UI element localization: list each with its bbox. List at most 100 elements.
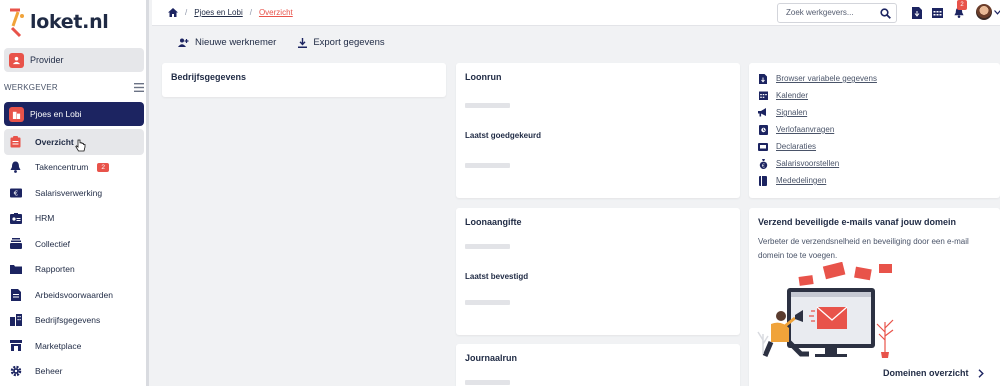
quicklink-signalen[interactable]: Signalen bbox=[758, 104, 877, 121]
card-subtitle: Laatst bevestigd bbox=[465, 272, 529, 281]
sidebar-item-label: Marketplace bbox=[35, 340, 82, 351]
sidebar-item-overzicht[interactable]: Overzicht bbox=[4, 129, 144, 155]
envelope-shape bbox=[798, 275, 814, 286]
leave-icon bbox=[758, 124, 768, 135]
money-icon: € bbox=[9, 186, 22, 199]
envelope-shape bbox=[854, 266, 872, 281]
stack-icon bbox=[9, 237, 22, 250]
provider-button[interactable]: Provider bbox=[4, 48, 144, 72]
card-title: Loonrun bbox=[465, 72, 502, 82]
sidebar-item-arbeidsvoorwaarden[interactable]: Arbeidsvoorwaarden bbox=[4, 282, 144, 308]
quicklink-label: Salarisvoorstellen bbox=[776, 159, 840, 168]
envelope-shape bbox=[822, 262, 846, 280]
add-user-icon bbox=[178, 38, 189, 47]
company-data-card: Bedrijfsgegevens bbox=[162, 63, 446, 97]
chevron-down-icon[interactable] bbox=[994, 10, 1000, 15]
sidebar-item-hrm[interactable]: HRM bbox=[4, 206, 144, 232]
quicklink-label: Verlofaanvragen bbox=[776, 125, 835, 134]
home-icon[interactable] bbox=[168, 8, 178, 17]
quicklink-salarisvoorstellen[interactable]: € Salarisvoorstellen bbox=[758, 155, 877, 172]
sidebar-item-label: Overzicht bbox=[35, 136, 74, 147]
sidebar-item-bedrijfsgegevens[interactable]: Bedrijfsgegevens bbox=[4, 308, 144, 334]
card-title: Journaalrun bbox=[465, 353, 518, 363]
breadcrumb-current[interactable]: Overzicht bbox=[259, 8, 293, 17]
quicklink-mededelingen[interactable]: Mededelingen bbox=[758, 172, 877, 189]
breadcrumb-company[interactable]: Pjoes en Lobi bbox=[194, 8, 242, 17]
sidebar-item-label: HRM bbox=[35, 213, 55, 224]
new-employee-button[interactable]: Nieuwe werknemer bbox=[178, 37, 276, 48]
sidebar-item-label: Bedrijfsgegevens bbox=[35, 315, 101, 326]
gear-icon bbox=[9, 365, 22, 378]
hand-cursor-icon bbox=[75, 139, 86, 152]
menu-icon[interactable] bbox=[134, 83, 144, 92]
section-header: WERKGEVER bbox=[4, 83, 144, 92]
money-bag-icon: € bbox=[758, 158, 768, 169]
section-title: WERKGEVER bbox=[4, 83, 58, 92]
task-count-badge: 2 bbox=[97, 162, 110, 172]
sidebar-item-rapporten[interactable]: Rapporten bbox=[4, 257, 144, 283]
building-icon bbox=[9, 106, 24, 122]
domains-overview-link[interactable]: Domeinen overzicht bbox=[883, 368, 984, 378]
promo-text: Verbeter de verzendsnelheid en beveiligi… bbox=[758, 237, 969, 260]
quicklink-label: Browser variabele gegevens bbox=[776, 74, 877, 83]
company-label: Pjoes en Lobi bbox=[30, 109, 82, 119]
sidebar-item-beheer[interactable]: Beheer bbox=[4, 359, 144, 385]
folder-icon bbox=[9, 263, 22, 276]
megaphone-icon bbox=[758, 108, 768, 118]
quicklink-variabele-gegevens[interactable]: Browser variabele gegevens bbox=[758, 70, 877, 87]
sidebar-item-collectief[interactable]: Collectief bbox=[4, 231, 144, 257]
sidebar-item-label: Takencentrum bbox=[35, 162, 89, 173]
avatar[interactable] bbox=[976, 4, 992, 20]
sidebar-item-takencentrum[interactable]: Takencentrum 2 bbox=[4, 155, 144, 181]
quicklinks-list: Browser variabele gegevens Kalender Sign… bbox=[758, 70, 877, 189]
quicklink-label: Kalender bbox=[776, 91, 809, 100]
search-input[interactable] bbox=[786, 8, 876, 17]
sidebar-item-label: Collectief bbox=[35, 238, 70, 249]
promo-title: Verzend beveiligde e-mails vanaf jouw do… bbox=[758, 217, 957, 227]
card-subtitle: Laatst goedgekeurd bbox=[465, 131, 542, 140]
loading-placeholder bbox=[465, 300, 510, 305]
building-icon bbox=[9, 314, 22, 327]
sidebar-item-label: Salarisverwerking bbox=[35, 187, 103, 198]
quicklink-kalender[interactable]: Kalender bbox=[758, 87, 877, 104]
sidebar-item-marketplace[interactable]: Marketplace bbox=[4, 333, 144, 359]
file-upload-icon[interactable] bbox=[910, 6, 923, 19]
loading-placeholder bbox=[465, 244, 510, 249]
export-label: Export gegevens bbox=[313, 37, 385, 48]
export-button[interactable]: Export gegevens bbox=[298, 37, 385, 48]
payroll-run-card: Loonrun Laatst goedgekeurd bbox=[456, 63, 740, 198]
logo-text: loket.nl bbox=[30, 11, 109, 33]
quicklink-label: Declaraties bbox=[776, 142, 817, 151]
payroll-tax-card: Loonaangifte Laatst bevestigd bbox=[456, 208, 740, 335]
book-icon bbox=[758, 175, 768, 186]
topbar: / Pjoes en Lobi / Overzicht 2 bbox=[152, 0, 1000, 26]
email-illustration bbox=[757, 262, 894, 358]
quicklink-label: Mededelingen bbox=[776, 176, 827, 185]
sidebar-item-salarisverwerking[interactable]: € Salarisverwerking bbox=[4, 180, 144, 206]
bell-icon bbox=[9, 161, 22, 174]
journal-run-card: Journaalrun bbox=[456, 344, 740, 386]
sidebar: loket.nl Provider WERKGEVER Pjoes en Lob… bbox=[0, 0, 149, 386]
quicklink-label: Signalen bbox=[776, 108, 808, 117]
svg-text:€: € bbox=[13, 189, 17, 197]
card-title: Bedrijfsgegevens bbox=[171, 72, 247, 82]
breadcrumb: / Pjoes en Lobi / Overzicht bbox=[168, 8, 293, 17]
envelope-shape bbox=[879, 264, 892, 273]
user-icon bbox=[9, 52, 24, 68]
file-icon bbox=[758, 73, 768, 84]
sidebar-item-label: Rapporten bbox=[35, 264, 75, 275]
company-selector[interactable]: Pjoes en Lobi bbox=[4, 102, 144, 126]
new-employee-label: Nieuwe werknemer bbox=[195, 37, 277, 48]
quicklink-verlofaanvragen[interactable]: Verlofaanvragen bbox=[758, 121, 877, 138]
quicklink-declaraties[interactable]: Declaraties bbox=[758, 138, 877, 155]
chevron-right-icon bbox=[978, 368, 984, 378]
svg-text:€: € bbox=[761, 163, 764, 169]
calendar-icon[interactable] bbox=[931, 6, 944, 19]
download-icon bbox=[298, 37, 308, 48]
search-icon[interactable] bbox=[880, 8, 891, 19]
clipboard-icon bbox=[9, 135, 22, 148]
search-box bbox=[777, 3, 897, 23]
logo[interactable]: loket.nl bbox=[8, 8, 128, 40]
calendar-icon bbox=[758, 91, 768, 101]
store-icon bbox=[9, 339, 22, 352]
